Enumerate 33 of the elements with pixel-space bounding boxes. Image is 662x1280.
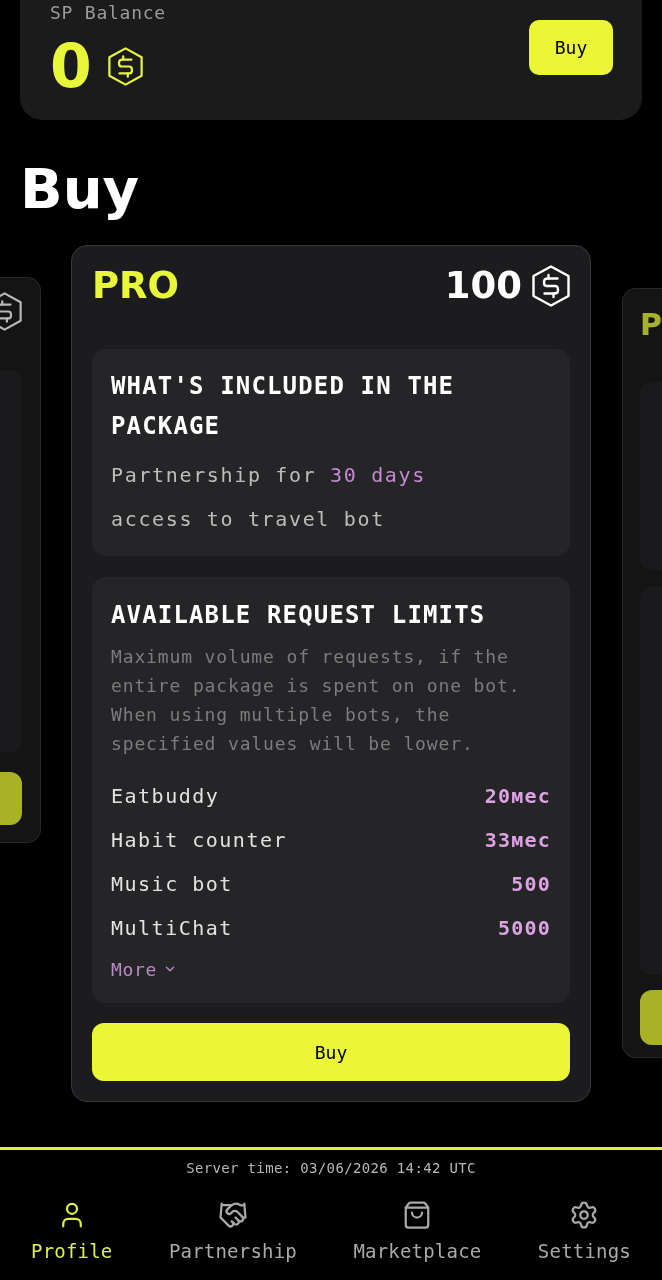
limits-note: Maximum volume of requests, if the entire package is spent on one bot. When using multiple bots, the specified values will be lower. [111,645,522,756]
bot-name: Music bot [111,871,233,897]
coin-icon [0,292,22,331]
bot-limit: 500 [511,871,551,897]
package-title: P [640,307,662,343]
bot-limit: 20мес [484,783,551,809]
buy-button[interactable]: Buy [92,1023,570,1081]
balance-value: 0 [50,36,92,96]
bot-limit: 33мес [484,827,551,853]
balance-label: SP Balance [50,2,166,24]
handshake-icon [217,1200,248,1230]
included-item: access to travel bot [111,506,386,533]
more-button[interactable]: More [111,955,177,983]
page-heading: Buy [20,156,140,222]
buy-button[interactable] [0,772,22,825]
package-price: 100 [444,264,522,308]
bot-name: Habit counter [111,827,288,853]
nav-tab[interactable]: Marketplace [353,1200,482,1263]
bot-limit: 5000 [498,915,551,941]
buy-button[interactable]: Buy [529,20,613,75]
nav-tab[interactable]: Settings [537,1200,631,1263]
bot-name: MultiChat [111,915,233,941]
nav-tab[interactable]: Profile [31,1200,113,1263]
bot-name: Eatbuddy [111,783,220,809]
nav-tab[interactable]: Partnership [168,1200,297,1263]
coin-icon [107,46,143,86]
included-item: Partnership for 30 days [111,462,427,489]
buy-button[interactable] [640,990,662,1045]
package-title: PRO [92,264,180,308]
section-heading: WHAT'S INCLUDED IN THE PACKAGE [111,371,456,442]
server-time: Server time: 03/06/2026 14:42 UTC [186,1159,476,1178]
section-heading: AVAILABLE REQUEST LIMITS [111,600,487,631]
coin-icon [532,265,570,307]
